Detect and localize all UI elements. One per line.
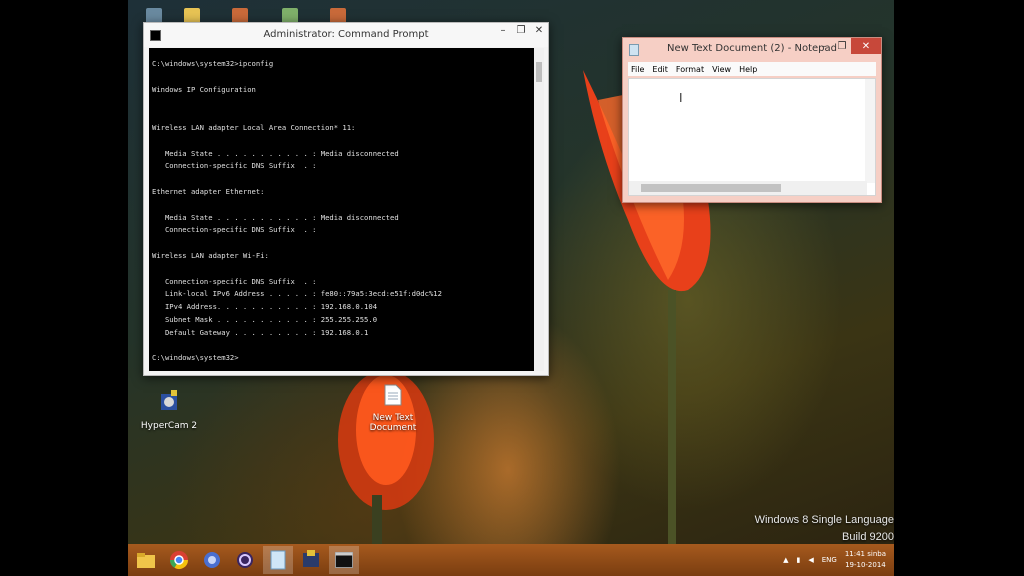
cmd-output-line (152, 96, 536, 109)
cmd-icon (150, 30, 161, 41)
cmd-output-line: Media State . . . . . . . . . . . : Medi… (152, 212, 399, 222)
taskbar-app[interactable] (197, 546, 227, 574)
cmd-output-line: C:\windows\system32>ipconfig (152, 59, 274, 68)
maximize-button[interactable]: ❐ (512, 23, 530, 39)
text-file-icon (384, 384, 402, 406)
language-indicator[interactable]: ENG (822, 556, 837, 564)
cmd-output-line (152, 109, 536, 122)
cmd-output-line (152, 237, 536, 250)
cmd-output-line: Default Gateway . . . . . . . . . : 192.… (152, 327, 369, 337)
notepad-icon (629, 44, 639, 56)
close-button[interactable]: ✕ (530, 23, 548, 39)
cmd-output-line: Connection-specific DNS Suffix . : (152, 225, 317, 235)
desktop-icon-label: New Text Document (369, 413, 417, 433)
app-icon (204, 552, 220, 568)
cmd-output-line: Windows IP Configuration (152, 84, 256, 94)
cmd-title: Administrator: Command Prompt (263, 29, 429, 40)
clock-date: 19-10-2014 (845, 561, 886, 569)
taskbar: ▲ ▮ ◀ ENG 11:41 sinba 19-10-2014 (128, 544, 894, 576)
cmd-output-line: Connection-specific DNS Suffix . : (152, 161, 317, 171)
notepad-window[interactable]: New Text Document (2) - Notepad – ❐ ✕ Fi… (622, 37, 882, 203)
hypercam-icon (161, 390, 177, 410)
chrome-icon (170, 551, 188, 570)
cmd-vertical-scrollbar[interactable] (534, 48, 544, 371)
taskbar-file-explorer[interactable] (131, 546, 161, 574)
notepad-horizontal-scrollbar[interactable] (629, 181, 867, 195)
cmd-output-line (152, 173, 536, 186)
menu-file[interactable]: File (631, 65, 644, 74)
menu-edit[interactable]: Edit (652, 65, 668, 74)
cmd-output-line: IPv4 Address. . . . . . . . . . . : 192.… (152, 302, 378, 312)
cmd-output-line: Link-local IPv6 Address . . . . . : fe80… (152, 289, 442, 299)
cmd-output-line: Wireless LAN adapter Wi-Fi: (152, 250, 269, 260)
os-watermark: Windows 8 Single Language Build 9200 (755, 512, 894, 546)
minimize-button[interactable]: – (494, 23, 512, 39)
taskbar-chrome[interactable] (164, 546, 194, 574)
notepad-icon (270, 550, 286, 570)
cmd-output-line (152, 199, 536, 212)
taskbar-command-prompt[interactable] (329, 546, 359, 574)
desktop-shortcut-text-document[interactable]: New Text Document (358, 384, 428, 433)
app-icon (303, 550, 319, 567)
menu-help[interactable]: Help (739, 65, 757, 74)
cmd-output-line (152, 340, 536, 353)
cmd-output-line: Media State . . . . . . . . . . . : Medi… (152, 148, 399, 158)
notepad-text-area[interactable]: Ι (628, 78, 876, 196)
cmd-output-line: Connection-specific DNS Suffix . : (152, 276, 317, 286)
text-cursor-icon: Ι (679, 91, 683, 105)
clock-time: 11:41 sinba (844, 550, 886, 558)
notepad-menubar: File Edit Format View Help (628, 62, 876, 76)
cmd-output-line: C:\windows\system32> (152, 353, 239, 363)
desktop-shortcut-hypercam[interactable]: HyperCam 2 (134, 390, 204, 431)
clock[interactable]: 11:41 sinba 19-10-2014 (845, 549, 886, 571)
cmd-titlebar[interactable]: Administrator: Command Prompt – ❐ ✕ (144, 23, 548, 47)
cmd-output-line (152, 135, 536, 148)
taskbar-notepad[interactable] (263, 546, 293, 574)
network-icon[interactable]: ▮ (796, 556, 800, 564)
minimize-button[interactable]: – (815, 38, 833, 54)
notepad-titlebar[interactable]: New Text Document (2) - Notepad – ❐ ✕ (623, 38, 881, 59)
notepad-vertical-scrollbar[interactable] (865, 79, 875, 183)
scrollbar-thumb[interactable] (536, 62, 542, 82)
command-prompt-window[interactable]: Administrator: Command Prompt – ❐ ✕ C:\w… (143, 22, 549, 376)
app-icon (237, 552, 253, 568)
taskbar-app[interactable] (230, 546, 260, 574)
chevron-up-icon[interactable]: ▲ (783, 556, 788, 564)
system-tray: ▲ ▮ ◀ ENG 11:41 sinba 19-10-2014 (783, 544, 886, 576)
taskbar-app[interactable] (296, 546, 326, 574)
maximize-button[interactable]: ❐ (833, 38, 851, 54)
volume-icon[interactable]: ◀ (808, 556, 813, 564)
desktop-icon-label: HyperCam 2 (140, 421, 198, 431)
file-explorer-icon (137, 553, 155, 568)
watermark-edition: Windows 8 Single Language (754, 514, 894, 526)
menu-view[interactable]: View (712, 65, 731, 74)
cmd-output-line: Ethernet adapter Ethernet: (152, 186, 265, 196)
cmd-output-line (152, 71, 536, 84)
cmd-output-line: Subnet Mask . . . . . . . . . . . : 255.… (152, 314, 378, 324)
menu-format[interactable]: Format (676, 65, 704, 74)
notepad-title: New Text Document (2) - Notepad (666, 43, 837, 54)
close-button[interactable]: ✕ (851, 38, 881, 54)
command-prompt-icon (335, 552, 353, 568)
cmd-output-line (152, 263, 536, 276)
cmd-output[interactable]: C:\windows\system32>ipconfig Windows IP … (149, 48, 536, 371)
cmd-output-line: Wireless LAN adapter Local Area Connecti… (152, 122, 356, 132)
scrollbar-thumb[interactable] (641, 184, 781, 192)
